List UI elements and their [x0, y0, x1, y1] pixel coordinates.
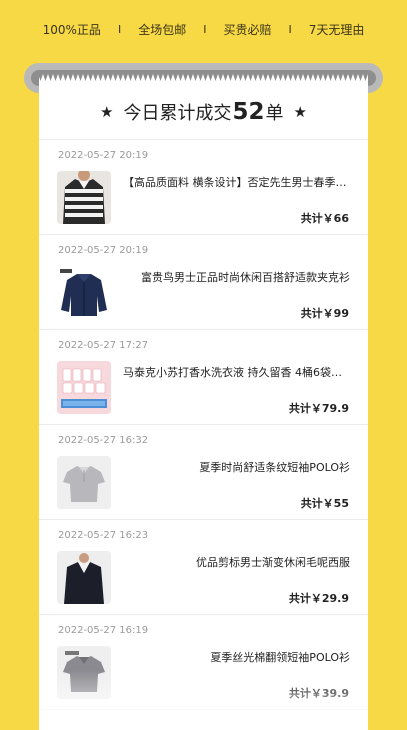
product-image-grey-polo-2[interactable] [57, 646, 111, 699]
product-image-laundry-detergent[interactable] [57, 361, 111, 414]
order-total: 共计￥99 [300, 307, 349, 320]
order-date: 2022-05-27 17:27 [58, 340, 149, 351]
order-item[interactable]: 2022-05-27 20:19 【高品质面料 横条设计】否定先生男士春季新款时… [39, 140, 368, 235]
product-title[interactable]: 马泰克小苏打香水洗衣液 持久留香 4桶6袋共计装 [123, 364, 350, 380]
order-date: 2022-05-27 20:19 [58, 245, 149, 256]
separator: I [288, 22, 292, 36]
order-date: 2022-05-27 16:23 [58, 530, 149, 541]
product-title[interactable]: 富贵鸟男士正品时尚休闲百搭舒适款夹克衫 [123, 269, 350, 285]
order-total: 共计￥55 [300, 497, 349, 510]
order-item[interactable]: 2022-05-27 16:23 优品剪标男士渐变休闲毛呢西服 共计￥29.9 [39, 520, 368, 615]
product-image-grey-polo[interactable] [57, 456, 111, 509]
guarantee-authentic: 100%正品 [42, 22, 101, 37]
order-list: 2022-05-27 20:19 【高品质面料 横条设计】否定先生男士春季新款时… [39, 140, 368, 710]
order-date: 2022-05-27 16:32 [58, 435, 149, 446]
order-total: 共计￥79.9 [288, 402, 349, 415]
order-total: 共计￥39.9 [288, 687, 349, 700]
order-item[interactable]: 2022-05-27 16:32 夏季时尚舒适条纹短袖POLO衫 共计￥55 [39, 425, 368, 520]
product-title[interactable]: 【高品质面料 横条设计】否定先生男士春季新款时尚条纹短袖 [123, 174, 350, 190]
order-date: 2022-05-27 16:19 [58, 625, 149, 636]
product-title[interactable]: 夏季时尚舒适条纹短袖POLO衫 [123, 459, 350, 475]
order-item[interactable]: 2022-05-27 20:19 富贵鸟男士正品时尚休闲百搭舒适款夹克衫 共计￥… [39, 235, 368, 330]
order-date: 2022-05-27 20:19 [58, 150, 149, 161]
order-total: 共计￥66 [300, 212, 349, 225]
receipt-paper: ★ 今日累计成交 52 单 ★ 2022-05-27 20:19 【高品质面料 … [39, 72, 368, 730]
guarantee-bar: 100%正品 I 全场包邮 I 买贵必赔 I 7天无理由 [0, 0, 407, 58]
separator: I [117, 22, 122, 36]
product-image-navy-jacket[interactable] [57, 266, 111, 319]
receipt-torn-edge [39, 72, 368, 84]
guarantee-price-match: 买贵必赔 [223, 22, 272, 37]
order-total: 共计￥29.9 [288, 592, 349, 605]
order-count: 52 [232, 98, 265, 125]
order-item[interactable]: 2022-05-27 16:19 夏季丝光棉翻领短袖POLO衫 共计￥39.9 [39, 615, 368, 710]
product-image-striped-polo[interactable] [57, 171, 111, 224]
header-suffix: 单 [265, 102, 284, 124]
product-image-dark-blazer[interactable] [57, 551, 111, 604]
star-icon: ★ [293, 102, 307, 121]
order-item[interactable]: 2022-05-27 17:27 马泰克小苏打香水洗衣液 持久留香 4桶6袋共计… [39, 330, 368, 425]
header-prefix: 今日累计成交 [123, 102, 232, 124]
star-icon: ★ [100, 102, 114, 121]
guarantee-7day-return: 7天无理由 [308, 22, 365, 37]
product-title[interactable]: 夏季丝光棉翻领短袖POLO衫 [123, 649, 350, 665]
daily-orders-header: ★ 今日累计成交 52 单 ★ [39, 84, 368, 140]
product-title[interactable]: 优品剪标男士渐变休闲毛呢西服 [123, 554, 350, 570]
guarantee-free-shipping: 全场包邮 [138, 22, 187, 37]
separator: I [203, 22, 207, 36]
